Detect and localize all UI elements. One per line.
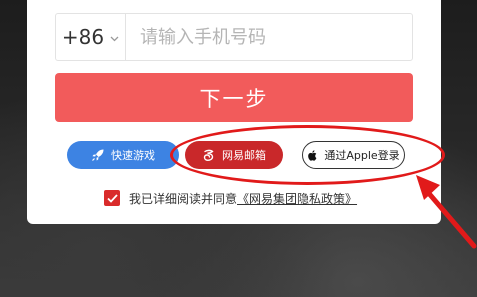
country-code-selector[interactable]: +86 [56, 14, 126, 60]
apple-login-button[interactable]: 通过Apple登录 [302, 141, 405, 169]
quick-game-button[interactable]: 快速游戏 [67, 141, 179, 169]
agreement-checkbox[interactable] [104, 190, 120, 206]
agreement-row: 我已详细阅读并同意《网易集团隐私政策》 [104, 189, 357, 207]
apple-login-label: 通过Apple登录 [324, 149, 400, 162]
country-code: +86 [61, 25, 105, 49]
quick-game-label: 快速游戏 [111, 149, 155, 162]
netease-mail-label: 网易邮箱 [222, 149, 266, 162]
phone-number-input[interactable] [126, 14, 412, 60]
chevron-down-icon [110, 32, 119, 45]
apple-icon [307, 149, 318, 162]
phone-input-row: +86 [55, 13, 413, 61]
agreement-prefix: 我已详细阅读并同意 [129, 191, 238, 206]
netease-logo-icon [202, 148, 216, 162]
privacy-policy-link[interactable]: 《网易集团隐私政策》 [237, 192, 357, 206]
next-step-button[interactable]: 下一步 [55, 73, 413, 122]
checkmark-icon [106, 193, 118, 203]
netease-mail-button[interactable]: 网易邮箱 [185, 141, 283, 169]
rocket-icon [91, 148, 105, 162]
agreement-text: 我已详细阅读并同意《网易集团隐私政策》 [129, 190, 357, 207]
